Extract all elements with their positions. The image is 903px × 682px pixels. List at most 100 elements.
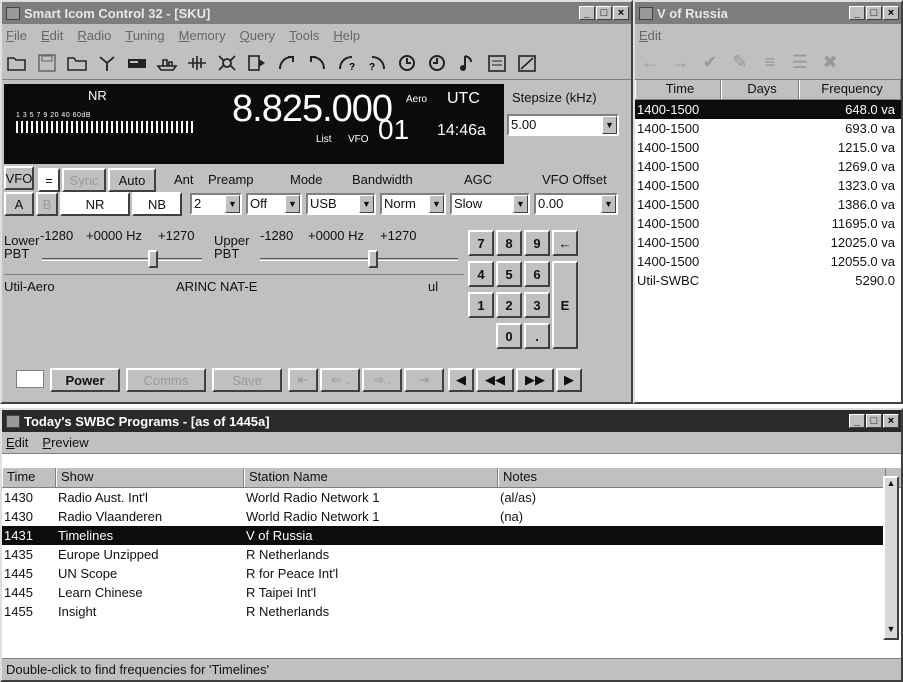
- close-button[interactable]: ×: [613, 6, 629, 20]
- freq-list-row[interactable]: 1400-1500 693.0 va: [635, 119, 901, 138]
- antenna-icon[interactable]: [94, 50, 120, 76]
- save-disk-icon[interactable]: [34, 50, 60, 76]
- query-icon[interactable]: ?: [334, 50, 360, 76]
- menu-edit[interactable]: Edit: [6, 435, 28, 450]
- keypad-7[interactable]: 7: [468, 230, 494, 256]
- scroll-up-icon[interactable]: ▲: [885, 478, 897, 492]
- fast-rewind-icon[interactable]: ◀◀: [476, 368, 514, 392]
- power-button[interactable]: Power: [50, 368, 120, 392]
- menu-file[interactable]: File: [6, 28, 27, 43]
- next-icon[interactable]: ⇒ .: [362, 368, 402, 392]
- col-notes[interactable]: Notes: [498, 468, 886, 487]
- bandwidth-select[interactable]: Norm ▼: [380, 193, 446, 215]
- clock-alt-icon[interactable]: [424, 50, 450, 76]
- edit-pencil-icon[interactable]: ✎: [727, 50, 753, 76]
- menu-edit[interactable]: Edit: [639, 28, 661, 43]
- menu-memory[interactable]: Memory: [179, 28, 226, 43]
- preamp-select[interactable]: Off ▼: [246, 193, 302, 215]
- log-icon[interactable]: [514, 50, 540, 76]
- keypad-backspace[interactable]: ←: [552, 230, 578, 256]
- nb-button[interactable]: NB: [132, 192, 182, 216]
- col-frequency[interactable]: Frequency: [799, 80, 901, 99]
- equal-button[interactable]: =: [38, 168, 60, 192]
- freq-list-row[interactable]: 1400-1500 12055.0 va: [635, 252, 901, 271]
- close-button[interactable]: ×: [883, 6, 899, 20]
- keypad-3[interactable]: 3: [524, 292, 550, 318]
- satellite-icon[interactable]: [214, 50, 240, 76]
- delete-x-icon[interactable]: ✖: [817, 50, 843, 76]
- dropdown-arrow-icon[interactable]: ▼: [513, 195, 528, 213]
- checkmark-icon[interactable]: ✔: [697, 50, 723, 76]
- save-button[interactable]: Save: [212, 368, 282, 392]
- keypad-9[interactable]: 9: [524, 230, 550, 256]
- aircraft-icon[interactable]: [184, 50, 210, 76]
- scan-icon[interactable]: [244, 50, 270, 76]
- keypad-8[interactable]: 8: [496, 230, 522, 256]
- agc-select[interactable]: Slow ▼: [450, 193, 530, 215]
- col-days[interactable]: Days: [721, 80, 799, 99]
- sync-button[interactable]: Sync: [62, 168, 106, 192]
- last-icon[interactable]: ⇥: [404, 368, 444, 392]
- ship-icon[interactable]: [154, 50, 180, 76]
- step-up-icon[interactable]: ▶: [556, 368, 582, 392]
- keypad-2[interactable]: 2: [496, 292, 522, 318]
- program-row[interactable]: 1455 Insight R Netherlands: [2, 602, 886, 621]
- step-down-icon[interactable]: ◀: [448, 368, 474, 392]
- list-icon[interactable]: ☰: [787, 50, 813, 76]
- vertical-scrollbar[interactable]: ▲ ▼: [883, 476, 899, 640]
- vfo-a-button[interactable]: A: [4, 192, 34, 216]
- vfo-button[interactable]: VFO: [4, 166, 34, 190]
- antenna-select[interactable]: 2 ▼: [190, 193, 242, 215]
- memory-down-icon[interactable]: [304, 50, 330, 76]
- keypad-6[interactable]: 6: [524, 261, 550, 287]
- comms-button[interactable]: Comms: [126, 368, 206, 392]
- freq-list-row[interactable]: 1400-1500 1215.0 va: [635, 138, 901, 157]
- freq-list-row[interactable]: 1400-1500 1323.0 va: [635, 176, 901, 195]
- music-note-icon[interactable]: [454, 50, 480, 76]
- menu-edit[interactable]: Edit: [41, 28, 63, 43]
- keypad-decimal[interactable]: .: [524, 323, 550, 349]
- program-row[interactable]: 1445 UN Scope R for Peace Int'l: [2, 564, 886, 583]
- dropdown-arrow-icon[interactable]: ▼: [429, 195, 444, 213]
- query-back-icon[interactable]: ?: [364, 50, 390, 76]
- lower-pbt-thumb[interactable]: [148, 250, 158, 268]
- scroll-down-icon[interactable]: ▼: [885, 624, 897, 638]
- dropdown-arrow-icon[interactable]: ▼: [602, 116, 617, 134]
- program-row[interactable]: 1445 Learn Chinese R Taipei Int'l: [2, 583, 886, 602]
- keypad-1[interactable]: 1: [468, 292, 494, 318]
- menu-preview[interactable]: Preview: [42, 435, 88, 450]
- stepsize-select[interactable]: 5.00 ▼: [507, 114, 619, 136]
- close-button[interactable]: ×: [883, 414, 899, 428]
- back-arrow-icon[interactable]: ←: [637, 50, 663, 76]
- col-time[interactable]: Time: [635, 80, 721, 99]
- folder-tree-icon[interactable]: [64, 50, 90, 76]
- keypad-5[interactable]: 5: [496, 261, 522, 287]
- freq-list-row[interactable]: Util-SWBC 5290.0: [635, 271, 901, 290]
- open-folder-icon[interactable]: [4, 50, 30, 76]
- prev-icon[interactable]: ⇐ .: [320, 368, 360, 392]
- program-row[interactable]: 1435 Europe Unzipped R Netherlands: [2, 545, 886, 564]
- auto-button[interactable]: Auto: [108, 168, 156, 192]
- keypad-enter[interactable]: E: [552, 261, 578, 349]
- dropdown-arrow-icon[interactable]: ▼: [601, 195, 616, 213]
- maximize-button[interactable]: □: [596, 6, 612, 20]
- main-titlebar[interactable]: Smart Icom Control 32 - [SKU] _ □ ×: [2, 2, 631, 24]
- minimize-button[interactable]: _: [579, 6, 595, 20]
- minimize-button[interactable]: _: [849, 6, 865, 20]
- program-row[interactable]: 1431 Timelines V of Russia: [2, 526, 886, 545]
- fast-forward-icon[interactable]: ▶▶: [516, 368, 554, 392]
- mode-select[interactable]: USB ▼: [306, 193, 376, 215]
- vfo-offset-select[interactable]: 0.00 ▼: [534, 193, 618, 215]
- lower-pbt-slider[interactable]: [42, 258, 202, 261]
- radio-receiver-icon[interactable]: [124, 50, 150, 76]
- minimize-button[interactable]: _: [849, 414, 865, 428]
- sort-icon[interactable]: ≡: [757, 50, 783, 76]
- program-row[interactable]: 1430 Radio Vlaanderen World Radio Network …: [2, 507, 886, 526]
- keypad-4[interactable]: 4: [468, 261, 494, 287]
- freq-list-row[interactable]: 1400-1500 1386.0 va: [635, 195, 901, 214]
- freq-list-row[interactable]: 1400-1500 648.0 va: [635, 100, 901, 119]
- freq-titlebar[interactable]: V of Russia _ □ ×: [635, 2, 901, 24]
- upper-pbt-thumb[interactable]: [368, 250, 378, 268]
- nr-button[interactable]: NR: [60, 192, 130, 216]
- schedule-icon[interactable]: [484, 50, 510, 76]
